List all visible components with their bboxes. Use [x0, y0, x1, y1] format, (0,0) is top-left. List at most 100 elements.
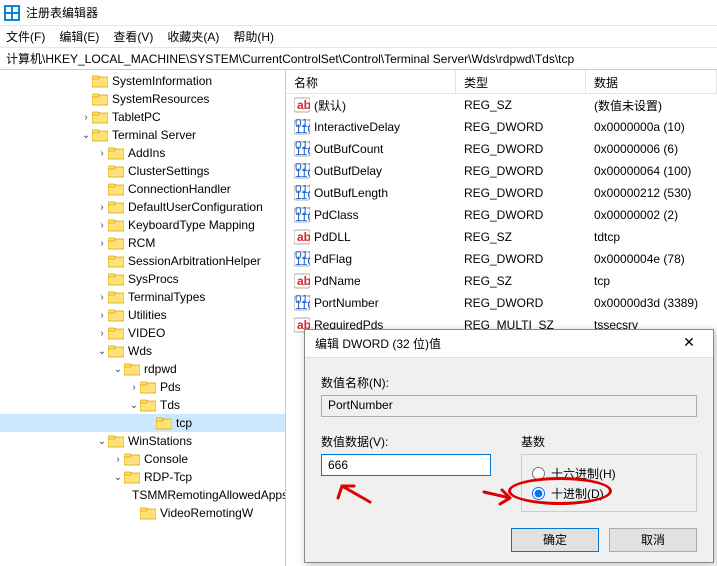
tree-node[interactable]: TSMMRemotingAllowedApps — [0, 486, 285, 504]
col-data[interactable]: 数据 — [586, 70, 717, 93]
chevron-down-icon[interactable]: ⌄ — [96, 436, 108, 447]
folder-icon — [108, 236, 124, 250]
chevron-right-icon[interactable]: › — [96, 310, 108, 321]
value-row[interactable]: OutBufDelayREG_DWORD0x00000064 (100) — [286, 160, 717, 182]
tree-node[interactable]: ›Console — [0, 450, 285, 468]
menu-view[interactable]: 查看(V) — [113, 28, 153, 45]
tree-node[interactable]: tcp — [0, 414, 285, 432]
value-data: 0x00000d3d (3389) — [586, 296, 717, 310]
folder-icon — [124, 362, 140, 376]
dialog-titlebar: 编辑 DWORD (32 位)值 ✕ — [305, 330, 713, 358]
chevron-right-icon[interactable]: › — [96, 202, 108, 213]
value-name: OutBufLength — [314, 186, 388, 200]
tree-node-label: KeyboardType Mapping — [128, 218, 255, 232]
base-group: 十六进制(H) 十进制(D) — [521, 454, 697, 512]
value-data: 0x00000064 (100) — [586, 164, 717, 178]
value-row[interactable]: (默认)REG_SZ(数值未设置) — [286, 94, 717, 116]
window-title: 注册表编辑器 — [26, 4, 98, 21]
radio-dec-input[interactable] — [532, 487, 545, 500]
chevron-right-icon[interactable]: › — [96, 148, 108, 159]
ok-button[interactable]: 确定 — [511, 528, 599, 552]
menu-favorites[interactable]: 收藏夹(A) — [167, 28, 219, 45]
name-label: 数值名称(N): — [321, 374, 697, 391]
folder-icon — [108, 344, 124, 358]
value-row[interactable]: InteractiveDelayREG_DWORD0x0000000a (10) — [286, 116, 717, 138]
value-row[interactable]: PdDLLREG_SZtdtcp — [286, 226, 717, 248]
reg-binary-icon — [294, 295, 310, 311]
tree-node-label: rdpwd — [144, 362, 177, 376]
value-type: REG_SZ — [456, 230, 586, 244]
tree-node[interactable]: ›VIDEO — [0, 324, 285, 342]
chevron-right-icon[interactable]: › — [96, 328, 108, 339]
chevron-down-icon[interactable]: ⌄ — [96, 346, 108, 357]
tree-node[interactable]: SysProcs — [0, 270, 285, 288]
tree-node[interactable]: › KeyboardType Mapping — [0, 216, 285, 234]
menu-edit[interactable]: 编辑(E) — [59, 28, 99, 45]
tree-node-label: ConnectionHandler — [128, 182, 231, 196]
value-row[interactable]: OutBufLengthREG_DWORD0x00000212 (530) — [286, 182, 717, 204]
value-name: PdName — [314, 274, 361, 288]
tree-view[interactable]: SystemInformationSystemResources›TabletP… — [0, 70, 286, 566]
chevron-down-icon[interactable]: ⌄ — [128, 400, 140, 411]
tree-node[interactable]: SessionArbitrationHelper — [0, 252, 285, 270]
chevron-right-icon[interactable]: › — [80, 112, 92, 123]
tree-node[interactable]: ›Utilities — [0, 306, 285, 324]
value-data: 0x0000004e (78) — [586, 252, 717, 266]
tree-node[interactable]: ›TabletPC — [0, 108, 285, 126]
col-name[interactable]: 名称 — [286, 70, 456, 93]
tree-node[interactable]: ›Pds — [0, 378, 285, 396]
value-data: (数值未设置) — [586, 97, 717, 114]
value-type: REG_DWORD — [456, 120, 586, 134]
cancel-button[interactable]: 取消 — [609, 528, 697, 552]
chevron-right-icon[interactable]: › — [96, 220, 108, 231]
value-row[interactable]: PdClassREG_DWORD0x00000002 (2) — [286, 204, 717, 226]
menu-file[interactable]: 文件(F) — [6, 28, 45, 45]
value-row[interactable]: PortNumberREG_DWORD0x00000d3d (3389) — [286, 292, 717, 314]
chevron-down-icon[interactable]: ⌄ — [80, 130, 92, 141]
value-row[interactable]: OutBufCountREG_DWORD0x00000006 (6) — [286, 138, 717, 160]
value-name: (默认) — [314, 97, 346, 114]
value-row[interactable]: PdNameREG_SZtcp — [286, 270, 717, 292]
tree-node[interactable]: ⌄WinStations — [0, 432, 285, 450]
tree-node[interactable]: ClusterSettings — [0, 162, 285, 180]
tree-node[interactable]: ⌄RDP-Tcp — [0, 468, 285, 486]
chevron-right-icon[interactable]: › — [112, 454, 124, 465]
value-type: REG_DWORD — [456, 142, 586, 156]
tree-node[interactable]: ⌄Tds — [0, 396, 285, 414]
radio-hex[interactable]: 十六进制(H) — [532, 463, 686, 483]
tree-node[interactable]: › TerminalTypes — [0, 288, 285, 306]
value-data-input[interactable] — [321, 454, 491, 476]
tree-node[interactable]: VideoRemotingW — [0, 504, 285, 522]
tree-node[interactable]: SystemResources — [0, 90, 285, 108]
value-row[interactable]: PdFlagREG_DWORD0x0000004e (78) — [286, 248, 717, 270]
chevron-down-icon[interactable]: ⌄ — [112, 364, 124, 375]
reg-binary-icon — [294, 141, 310, 157]
col-type[interactable]: 类型 — [456, 70, 586, 93]
edit-dword-dialog: 编辑 DWORD (32 位)值 ✕ 数值名称(N): PortNumber 数… — [304, 329, 714, 563]
radio-hex-input[interactable] — [532, 467, 545, 480]
folder-icon — [156, 416, 172, 430]
close-icon[interactable]: ✕ — [675, 334, 703, 354]
chevron-right-icon[interactable]: › — [96, 292, 108, 303]
address-bar[interactable]: 计算机\HKEY_LOCAL_MACHINE\SYSTEM\CurrentCon… — [0, 48, 717, 70]
tree-node[interactable]: ⌄Wds — [0, 342, 285, 360]
tree-node[interactable]: ⌄Terminal Server — [0, 126, 285, 144]
tree-node[interactable]: SystemInformation — [0, 72, 285, 90]
tree-node[interactable]: ConnectionHandler — [0, 180, 285, 198]
value-data: tdtcp — [586, 230, 717, 244]
chevron-right-icon[interactable]: › — [128, 382, 140, 393]
radio-dec[interactable]: 十进制(D) — [532, 483, 686, 503]
folder-icon — [108, 272, 124, 286]
tree-node-label: TSMMRemotingAllowedApps — [132, 488, 286, 502]
data-label: 数值数据(V): — [321, 433, 501, 450]
tree-node[interactable]: ›DefaultUserConfiguration — [0, 198, 285, 216]
chevron-down-icon[interactable]: ⌄ — [112, 472, 124, 483]
tree-node[interactable]: ›RCM — [0, 234, 285, 252]
value-name: PdFlag — [314, 252, 352, 266]
menu-help[interactable]: 帮助(H) — [233, 28, 274, 45]
tree-node[interactable]: ›AddIns — [0, 144, 285, 162]
tree-node-label: SessionArbitrationHelper — [128, 254, 261, 268]
chevron-right-icon[interactable]: › — [96, 238, 108, 249]
tree-node[interactable]: ⌄ rdpwd — [0, 360, 285, 378]
tree-node-label: TerminalTypes — [128, 290, 205, 304]
